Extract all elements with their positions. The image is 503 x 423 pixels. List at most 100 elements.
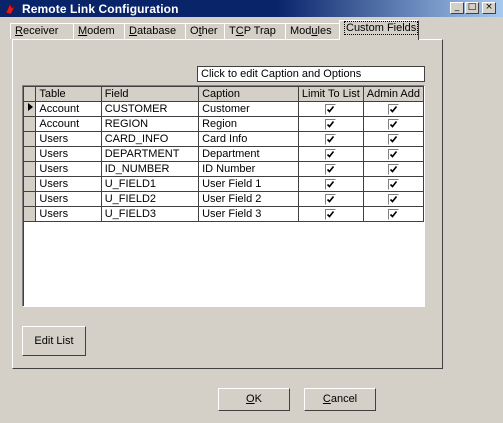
row-indicator[interactable] <box>24 191 37 207</box>
table-row[interactable]: Users U_FIELD2 User Field 2 <box>24 191 425 207</box>
cell-field[interactable]: U_FIELD2 <box>101 191 200 207</box>
cell-limit-to-list <box>298 101 364 117</box>
checkmark-icon <box>327 165 335 173</box>
cell-caption[interactable]: User Field 1 <box>198 176 299 192</box>
cell-limit-to-list <box>298 131 364 147</box>
cell-limit-to-list <box>298 161 364 177</box>
cell-table[interactable]: Users <box>35 161 102 177</box>
title-bar[interactable]: Remote Link Configuration _ □ × <box>0 0 503 17</box>
checkmark-icon <box>327 150 335 158</box>
admin-add-checkbox[interactable] <box>387 163 399 175</box>
cell-admin-add <box>363 146 425 162</box>
limit-to-list-checkbox[interactable] <box>325 103 337 115</box>
maximize-button[interactable]: □ <box>465 2 479 14</box>
admin-add-checkbox[interactable] <box>387 103 399 115</box>
limit-to-list-checkbox[interactable] <box>325 118 337 130</box>
limit-to-list-checkbox[interactable] <box>325 148 337 160</box>
cell-admin-add <box>363 161 425 177</box>
tab-tcp-trap[interactable]: TCP Trap <box>224 23 286 39</box>
custom-fields-table: Table Field Caption Limit To List Admin … <box>24 87 425 222</box>
admin-add-checkbox[interactable] <box>387 118 399 130</box>
current-row-arrow-icon <box>27 103 33 111</box>
cell-field[interactable]: U_FIELD1 <box>101 176 200 192</box>
admin-add-checkbox[interactable] <box>387 178 399 190</box>
cell-caption[interactable]: User Field 3 <box>198 206 299 222</box>
cell-field[interactable]: U_FIELD3 <box>101 206 200 222</box>
cell-admin-add <box>363 191 425 207</box>
cell-table[interactable]: Users <box>35 206 102 222</box>
tab-receiver[interactable]: Receiver <box>10 23 74 39</box>
column-header-field[interactable]: Field <box>101 87 200 102</box>
tab-other[interactable]: Other <box>185 23 225 39</box>
table-row[interactable]: Users U_FIELD3 User Field 3 <box>24 206 425 222</box>
column-header-admin-add[interactable]: Admin Add <box>363 87 425 102</box>
cell-table[interactable]: Users <box>35 131 102 147</box>
admin-add-checkbox[interactable] <box>387 133 399 145</box>
admin-add-checkbox[interactable] <box>387 148 399 160</box>
ok-button[interactable]: OK <box>218 388 290 411</box>
admin-add-checkbox[interactable] <box>387 208 399 220</box>
tab-modem[interactable]: Modem <box>73 23 125 39</box>
limit-to-list-checkbox[interactable] <box>325 133 337 145</box>
cell-caption[interactable]: Department <box>198 146 299 162</box>
cell-field[interactable]: CARD_INFO <box>101 131 200 147</box>
window-title: Remote Link Configuration <box>22 2 179 16</box>
cell-caption[interactable]: Card Info <box>198 131 299 147</box>
edit-list-button[interactable]: Edit List <box>22 326 86 356</box>
column-header-limit-to-list[interactable]: Limit To List <box>298 87 364 102</box>
admin-add-checkbox[interactable] <box>387 193 399 205</box>
caption-header-note: Click to edit Caption and Options <box>197 66 425 82</box>
cell-table[interactable]: Account <box>35 116 102 132</box>
row-indicator[interactable] <box>24 206 37 222</box>
minimize-button[interactable]: _ <box>450 2 464 14</box>
limit-to-list-checkbox[interactable] <box>325 193 337 205</box>
checkmark-icon <box>389 105 397 113</box>
cell-table[interactable]: Account <box>35 101 102 117</box>
table-row[interactable]: Users DEPARTMENT Department <box>24 146 425 162</box>
custom-fields-grid[interactable]: Table Field Caption Limit To List Admin … <box>22 85 425 307</box>
column-header-table[interactable]: Table <box>35 87 102 102</box>
cell-field[interactable]: REGION <box>101 116 200 132</box>
cell-table[interactable]: Users <box>35 191 102 207</box>
limit-to-list-checkbox[interactable] <box>325 178 337 190</box>
table-row[interactable]: Account REGION Region <box>24 116 425 132</box>
limit-to-list-checkbox[interactable] <box>325 163 337 175</box>
limit-to-list-checkbox[interactable] <box>325 208 337 220</box>
cancel-button[interactable]: Cancel <box>304 388 376 411</box>
cell-admin-add <box>363 116 425 132</box>
cell-caption[interactable]: User Field 2 <box>198 191 299 207</box>
tab-modules[interactable]: Modules <box>285 23 340 39</box>
checkmark-icon <box>327 195 335 203</box>
checkmark-icon <box>389 180 397 188</box>
column-header-caption[interactable]: Caption <box>198 87 299 102</box>
row-indicator[interactable] <box>24 116 37 132</box>
cell-limit-to-list <box>298 116 364 132</box>
tab-custom-fields[interactable]: Custom Fields <box>339 20 419 40</box>
checkmark-icon <box>389 165 397 173</box>
cell-admin-add <box>363 206 425 222</box>
remote-link-config-window: Remote Link Configuration _ □ × Receiver… <box>0 0 503 423</box>
close-button[interactable]: × <box>482 2 496 14</box>
cell-caption[interactable]: ID Number <box>198 161 299 177</box>
row-indicator[interactable] <box>24 146 37 162</box>
cell-table[interactable]: Users <box>35 176 102 192</box>
cell-caption[interactable]: Region <box>198 116 299 132</box>
tab-database[interactable]: Database <box>124 23 186 39</box>
table-row[interactable]: Users ID_NUMBER ID Number <box>24 161 425 177</box>
checkmark-icon <box>327 105 335 113</box>
table-row[interactable]: Account CUSTOMER Customer <box>24 101 425 117</box>
cell-field[interactable]: DEPARTMENT <box>101 146 200 162</box>
row-indicator[interactable] <box>24 101 37 117</box>
cell-field[interactable]: CUSTOMER <box>101 101 200 117</box>
table-row[interactable]: Users U_FIELD1 User Field 1 <box>24 176 425 192</box>
row-indicator[interactable] <box>24 131 37 147</box>
checkmark-icon <box>389 195 397 203</box>
cell-caption[interactable]: Customer <box>198 101 299 117</box>
table-row[interactable]: Users CARD_INFO Card Info <box>24 131 425 147</box>
row-indicator[interactable] <box>24 176 37 192</box>
checkmark-icon <box>389 210 397 218</box>
cell-field[interactable]: ID_NUMBER <box>101 161 200 177</box>
cell-table[interactable]: Users <box>35 146 102 162</box>
row-indicator[interactable] <box>24 161 37 177</box>
checkmark-icon <box>327 210 335 218</box>
